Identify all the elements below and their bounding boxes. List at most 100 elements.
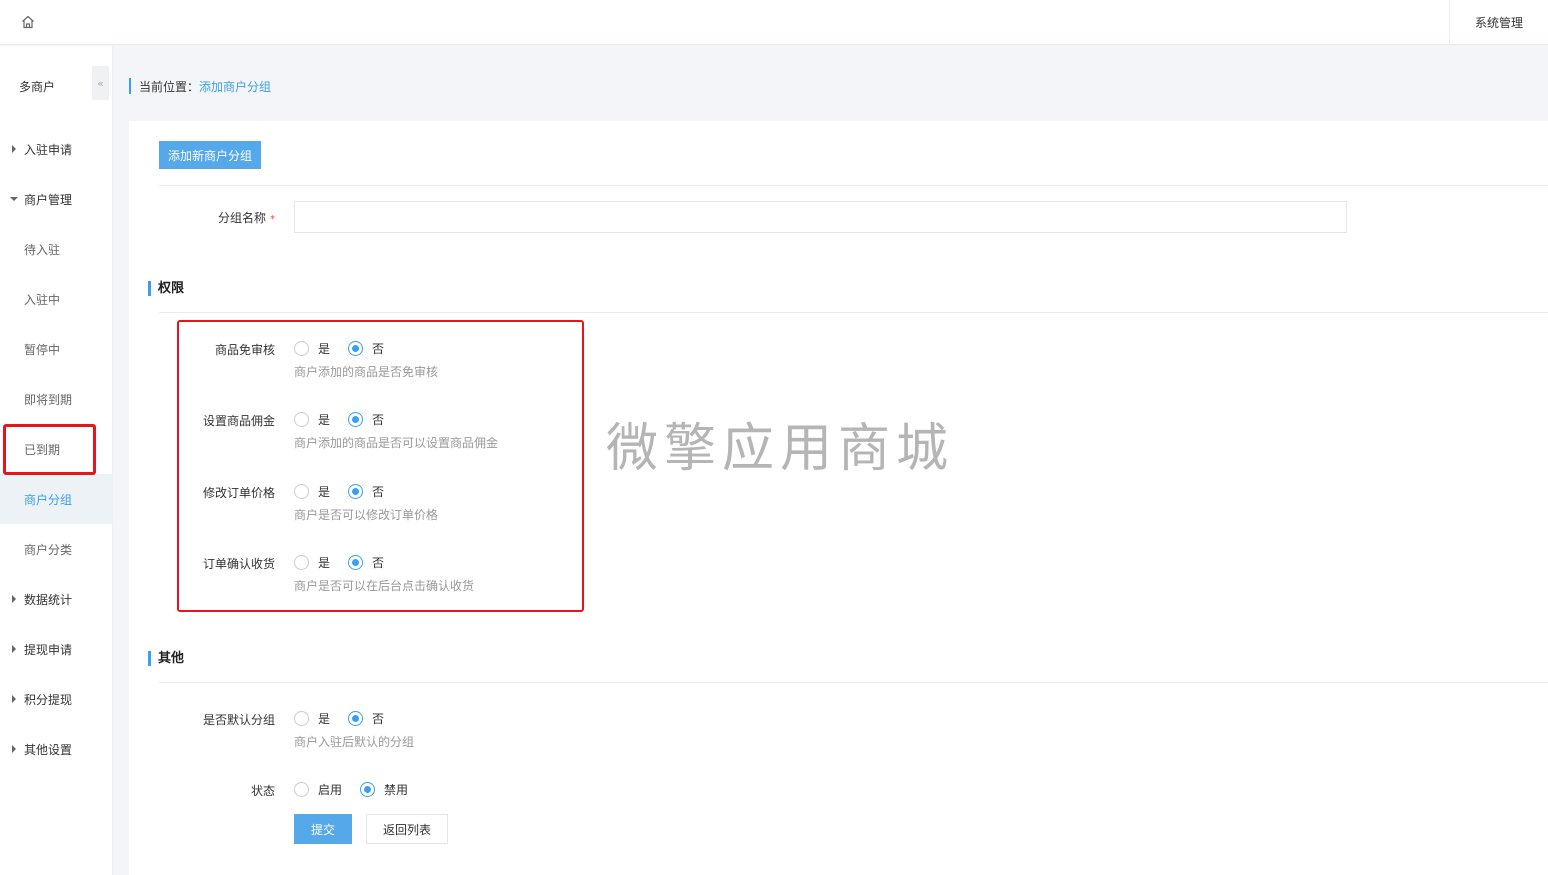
other-section-title: 其他 [148, 651, 184, 666]
sidebar-item-settle-apply[interactable]: 入驻申请 [0, 124, 113, 174]
sidebar-item-label: 提现申请 [24, 642, 73, 657]
radio-yes[interactable]: 是 [294, 554, 330, 571]
radio-circle-icon [360, 782, 376, 797]
radio-yes[interactable]: 是 [294, 710, 330, 727]
radio-label: 否 [372, 413, 385, 427]
radio-yes[interactable]: 是 [294, 411, 330, 428]
radio-enable[interactable]: 启用 [294, 781, 342, 798]
sidebar-item-label: 待入驻 [24, 242, 61, 257]
back-to-list-button[interactable]: 返回列表 [366, 814, 448, 844]
perm-label-commission: 设置商品佣金 [202, 414, 275, 428]
sidebar-item-label: 已到期 [24, 442, 61, 457]
perm-hint: 商户是否可以修改订单价格 [294, 508, 439, 522]
sidebar-item-points-withdraw[interactable]: 积分提现 [0, 674, 113, 724]
sidebar-item-expiring[interactable]: 即将到期 [0, 374, 113, 424]
sidebar-item-label: 数据统计 [24, 592, 73, 607]
radio-disable[interactable]: 禁用 [360, 781, 408, 798]
sidebar-item-label: 商户管理 [24, 192, 73, 207]
radio-circle-icon [294, 711, 309, 726]
watermark: 微擎应用商城 [606, 419, 955, 479]
radio-label: 是 [318, 556, 331, 570]
perm-hint: 商户添加的商品是否可以设置商品佣金 [294, 436, 499, 450]
perm-hint: 商户添加的商品是否免审核 [294, 365, 439, 379]
sidebar-item-label: 即将到期 [24, 392, 73, 407]
radio-circle-icon [348, 711, 364, 726]
permissions-section-title: 权限 [148, 281, 184, 296]
required-mark: * [270, 214, 275, 225]
sidebar: 多商户 « 入驻申请 商户管理 待入驻 入驻中 暂停中 即将到期 已到期 商户分… [0, 46, 113, 875]
radio-no[interactable]: 否 [348, 710, 384, 727]
radio-label: 否 [372, 556, 385, 570]
radio-label: 是 [318, 712, 331, 726]
sidebar-item-statistics[interactable]: 数据统计 [0, 574, 113, 624]
status-radio-group: 启用 禁用 [294, 781, 426, 798]
sidebar-item-paused[interactable]: 暂停中 [0, 324, 113, 374]
breadcrumb-label: 当前位置： [139, 79, 200, 94]
radio-circle-icon [294, 412, 309, 427]
radio-circle-icon [348, 484, 364, 499]
sidebar-item-withdraw-apply[interactable]: 提现申请 [0, 624, 113, 674]
group-name-label: 分组名称 * [129, 209, 275, 226]
caret-right-icon [12, 695, 16, 703]
home-icon[interactable] [20, 14, 36, 30]
divider [159, 185, 1548, 186]
caret-right-icon [12, 745, 16, 753]
radio-circle-icon [294, 341, 309, 356]
sidebar-item-label: 商户分组 [24, 492, 73, 507]
radio-yes[interactable]: 是 [294, 483, 330, 500]
sidebar-item-pending[interactable]: 待入驻 [0, 224, 113, 274]
system-management-link[interactable]: 系统管理 [1449, 0, 1548, 45]
caret-right-icon [12, 595, 16, 603]
radio-circle-icon [348, 412, 364, 427]
sidebar-menu: 入驻申请 商户管理 待入驻 入驻中 暂停中 即将到期 已到期 商户分组 商户分类… [0, 124, 113, 774]
sidebar-item-label: 积分提现 [24, 692, 73, 707]
perm-label-confirm-receipt: 订单确认收货 [202, 557, 275, 571]
sidebar-item-merchant-category[interactable]: 商户分类 [0, 524, 113, 574]
sidebar-item-settling[interactable]: 入驻中 [0, 274, 113, 324]
sidebar-item-label: 入驻申请 [24, 142, 73, 157]
radio-circle-icon [294, 782, 309, 797]
radio-yes[interactable]: 是 [294, 340, 330, 357]
breadcrumb-current[interactable]: 添加商户分组 [199, 78, 271, 95]
sidebar-item-expired[interactable]: 已到期 [0, 424, 113, 474]
add-merchant-group-button[interactable]: 添加新商户分组 [159, 141, 261, 169]
radio-label: 是 [318, 485, 331, 499]
radio-no[interactable]: 否 [348, 340, 384, 357]
perm-radio-group-edit-price: 是 否 [294, 483, 402, 500]
breadcrumb: 当前位置： 添加商户分组 [129, 78, 271, 94]
perm-label-edit-price: 修改订单价格 [202, 486, 275, 500]
top-bar: 系统管理 [0, 0, 1548, 45]
sidebar-item-merchant-group[interactable]: 商户分组 [0, 474, 113, 524]
collapse-sidebar-button[interactable]: « [92, 66, 109, 100]
radio-no[interactable]: 否 [348, 411, 384, 428]
divider [159, 682, 1548, 683]
default-group-radio-group: 是 否 [294, 710, 402, 727]
submit-button[interactable]: 提交 [294, 814, 352, 844]
radio-label: 禁用 [384, 783, 409, 797]
sidebar-item-label: 入驻中 [24, 292, 61, 307]
caret-right-icon [12, 645, 16, 653]
radio-circle-icon [348, 555, 364, 570]
perm-label-no-review: 商品免审核 [214, 343, 275, 357]
radio-label: 是 [318, 413, 331, 427]
sidebar-item-merchant-management[interactable]: 商户管理 [0, 174, 113, 224]
group-name-label-text: 分组名称 [217, 211, 266, 225]
caret-down-icon [10, 197, 18, 201]
perm-radio-group-confirm-receipt: 是 否 [294, 554, 402, 571]
radio-circle-icon [294, 555, 309, 570]
perm-hint: 商户是否可以在后台点击确认收货 [294, 579, 475, 593]
caret-right-icon [12, 145, 16, 153]
radio-label: 否 [372, 712, 385, 726]
sidebar-item-label: 其他设置 [24, 742, 73, 757]
divider [159, 312, 1548, 313]
radio-no[interactable]: 否 [348, 483, 384, 500]
radio-circle-icon [294, 484, 309, 499]
sidebar-item-other-settings[interactable]: 其他设置 [0, 724, 113, 774]
group-name-input[interactable] [294, 201, 1347, 233]
radio-label: 否 [372, 485, 385, 499]
main-content: 添加新商户分组 分组名称 * 权限 商品免审核 是 否 商户添加的商品是否免审核 … [129, 121, 1548, 875]
radio-label: 是 [318, 342, 331, 356]
radio-no[interactable]: 否 [348, 554, 384, 571]
default-group-label: 是否默认分组 [202, 713, 275, 727]
default-group-hint: 商户入驻后默认的分组 [294, 735, 415, 749]
